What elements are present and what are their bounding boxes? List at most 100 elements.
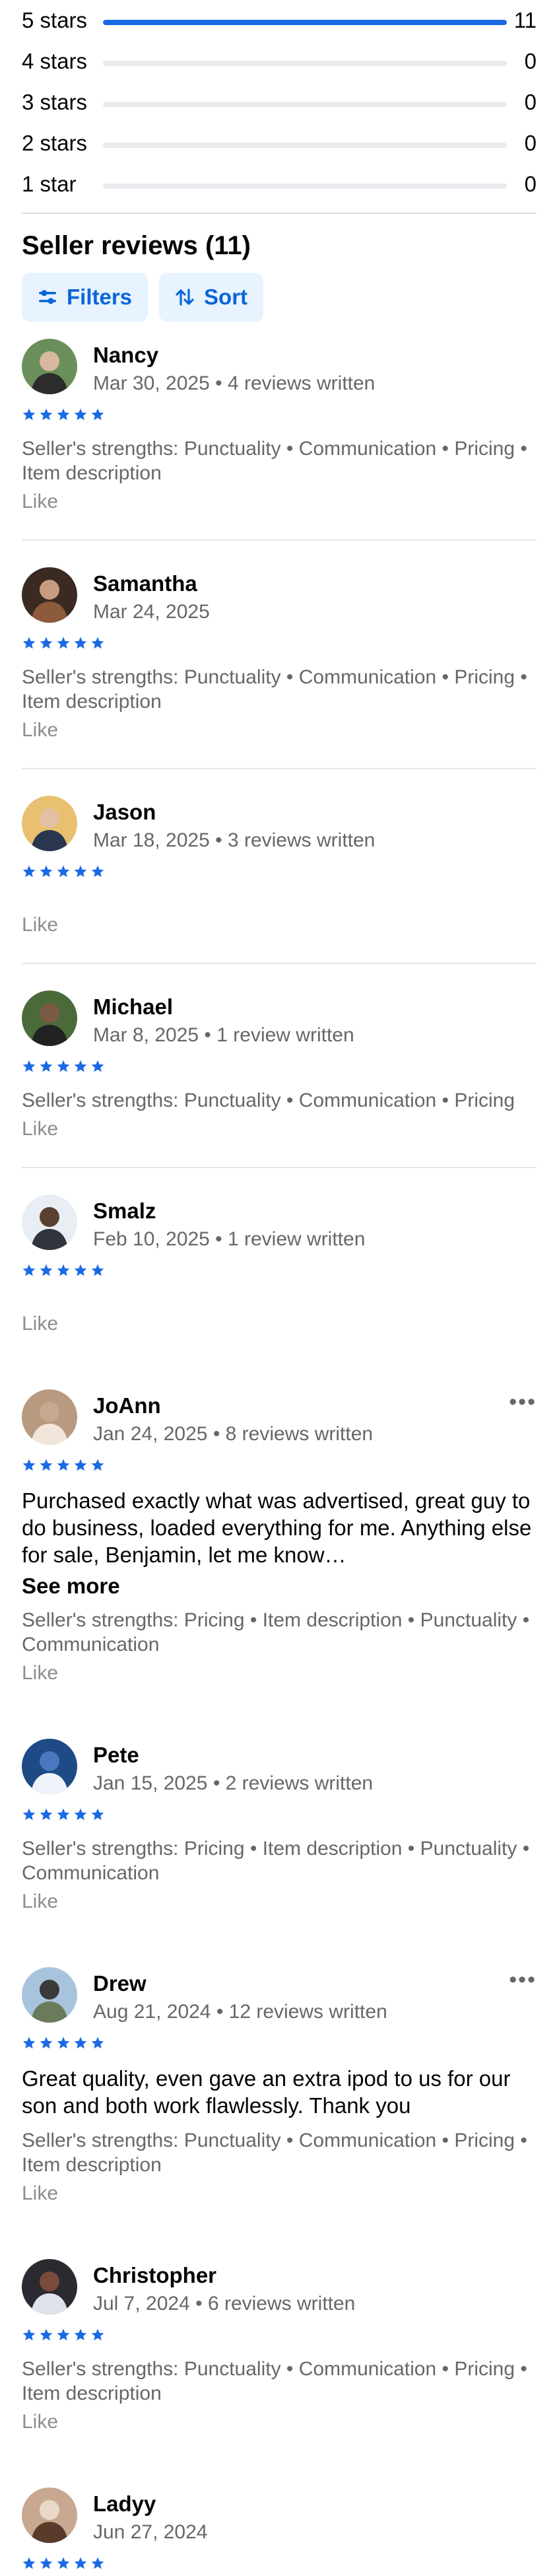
reviewer-name[interactable]: Drew xyxy=(93,1971,147,1996)
rating-row-count: 0 xyxy=(524,49,537,73)
like-button[interactable]: Like xyxy=(22,914,537,936)
seller-strengths: Seller's strengths: Punctuality • Commun… xyxy=(22,666,527,713)
star-icon xyxy=(39,636,53,656)
review-gap xyxy=(22,1140,537,1167)
review-gap xyxy=(22,1685,537,1711)
like-button[interactable]: Like xyxy=(22,1313,537,1335)
review-header: JoAnn Jan 24, 2025 • 8 reviews written ••• xyxy=(22,1389,537,1450)
star-rating xyxy=(22,864,537,884)
star-icon xyxy=(22,1263,36,1283)
review-meta: Mar 8, 2025 • 1 review written xyxy=(93,1024,354,1046)
avatar[interactable] xyxy=(22,1195,77,1250)
star-icon xyxy=(56,864,71,884)
rating-row-count: 0 xyxy=(524,90,537,114)
review-header: Drew Aug 21, 2024 • 12 reviews written ••• xyxy=(22,1967,537,2028)
review-gap xyxy=(22,2433,537,2460)
reviewer-name[interactable]: Jason xyxy=(93,800,156,825)
star-icon xyxy=(73,864,88,884)
like-button[interactable]: Like xyxy=(22,491,537,513)
review-gap xyxy=(22,769,537,796)
star-icon xyxy=(39,2328,53,2348)
avatar[interactable] xyxy=(22,2259,77,2315)
star-icon xyxy=(90,864,105,884)
star-rating xyxy=(22,407,537,427)
star-icon xyxy=(56,1807,71,1827)
like-button[interactable]: Like xyxy=(22,1891,537,1913)
star-icon xyxy=(39,1807,53,1827)
review-meta: Jan 24, 2025 • 8 reviews written xyxy=(93,1423,374,1445)
rating-row[interactable]: 1 star 0 xyxy=(22,164,537,205)
review-gap xyxy=(22,1941,537,1967)
avatar[interactable] xyxy=(22,1739,77,1794)
star-icon xyxy=(90,407,105,427)
reviewer-name[interactable]: Nancy xyxy=(93,343,158,368)
sort-button[interactable]: Sort xyxy=(159,273,264,322)
avatar[interactable] xyxy=(22,567,77,623)
reviewer-name[interactable]: Samantha xyxy=(93,571,197,596)
like-button[interactable]: Like xyxy=(22,1118,537,1140)
reviewer-name[interactable]: Pete xyxy=(93,1743,139,1768)
avatar[interactable] xyxy=(22,2488,77,2543)
star-icon xyxy=(90,2328,105,2348)
rating-row[interactable]: 3 stars 0 xyxy=(22,82,537,123)
review-meta: Jun 27, 2024 xyxy=(93,2521,208,2543)
star-icon xyxy=(39,1263,53,1283)
star-icon xyxy=(73,2556,88,2576)
avatar[interactable] xyxy=(22,1967,77,2023)
avatar[interactable] xyxy=(22,796,77,851)
more-options-button[interactable]: ••• xyxy=(509,1389,537,1415)
star-icon xyxy=(22,2556,36,2576)
reviewer-name[interactable]: Smalz xyxy=(93,1199,156,1224)
like-button[interactable]: Like xyxy=(22,2411,537,2433)
seller-strengths: Seller's strengths: Punctuality • Commun… xyxy=(22,1090,515,1111)
star-icon xyxy=(56,1059,71,1079)
star-rating xyxy=(22,1059,537,1079)
rating-row[interactable]: 5 stars 11 xyxy=(22,0,537,41)
filters-button[interactable]: Filters xyxy=(22,273,148,322)
review-text: Great quality, even gave an extra ipod t… xyxy=(22,2066,511,2118)
reviewer-name[interactable]: Michael xyxy=(93,994,173,1020)
rating-row-count: 11 xyxy=(513,8,537,32)
star-icon xyxy=(90,1807,105,1827)
rating-bar xyxy=(103,20,507,25)
rating-row[interactable]: 4 stars 0 xyxy=(22,41,537,82)
review-header: Smalz Feb 10, 2025 • 1 review written xyxy=(22,1195,537,1255)
reviewer-name[interactable]: Ladyy xyxy=(93,2491,156,2517)
star-icon xyxy=(73,1059,88,1079)
review-gap xyxy=(22,2205,537,2231)
review-meta: Feb 10, 2025 • 1 review written xyxy=(93,1228,366,1250)
review-header: Ladyy Jun 27, 2024 xyxy=(22,2488,537,2548)
avatar[interactable] xyxy=(22,1389,77,1445)
star-icon xyxy=(56,2036,71,2056)
star-icon xyxy=(39,1059,53,1079)
review-header: Nancy Mar 30, 2025 • 4 reviews written xyxy=(22,339,537,400)
review-item: Pete Jan 15, 2025 • 2 reviews written Sell… xyxy=(22,1739,537,1913)
more-options-button[interactable]: ••• xyxy=(509,1967,537,1993)
review-item: Drew Aug 21, 2024 • 12 reviews written •••… xyxy=(22,1967,537,2205)
rating-row[interactable]: 2 stars 0 xyxy=(22,123,537,164)
rating-row-label: 1 star xyxy=(22,172,77,196)
like-button[interactable]: Like xyxy=(22,719,537,742)
like-button[interactable]: Like xyxy=(22,2182,537,2205)
avatar[interactable] xyxy=(22,991,77,1046)
reviewer-name[interactable]: Christopher xyxy=(93,2263,216,2288)
star-icon xyxy=(22,636,36,656)
reviewer-name[interactable]: JoAnn xyxy=(93,1393,161,1418)
filters-icon xyxy=(39,290,56,304)
star-icon xyxy=(39,1458,53,1478)
star-icon xyxy=(90,1458,105,1478)
avatar[interactable] xyxy=(22,339,77,394)
star-icon xyxy=(56,2328,71,2348)
review-gap xyxy=(22,964,537,991)
review-item: Samantha Mar 24, 2025 Seller's strengths: … xyxy=(22,567,537,742)
star-icon xyxy=(22,1059,36,1079)
star-icon xyxy=(56,407,71,427)
star-icon xyxy=(90,636,105,656)
star-icon xyxy=(39,407,53,427)
like-button[interactable]: Like xyxy=(22,1662,537,1685)
star-icon xyxy=(22,1807,36,1827)
see-more-link[interactable]: See more xyxy=(22,1574,537,1599)
star-icon xyxy=(56,2556,71,2576)
